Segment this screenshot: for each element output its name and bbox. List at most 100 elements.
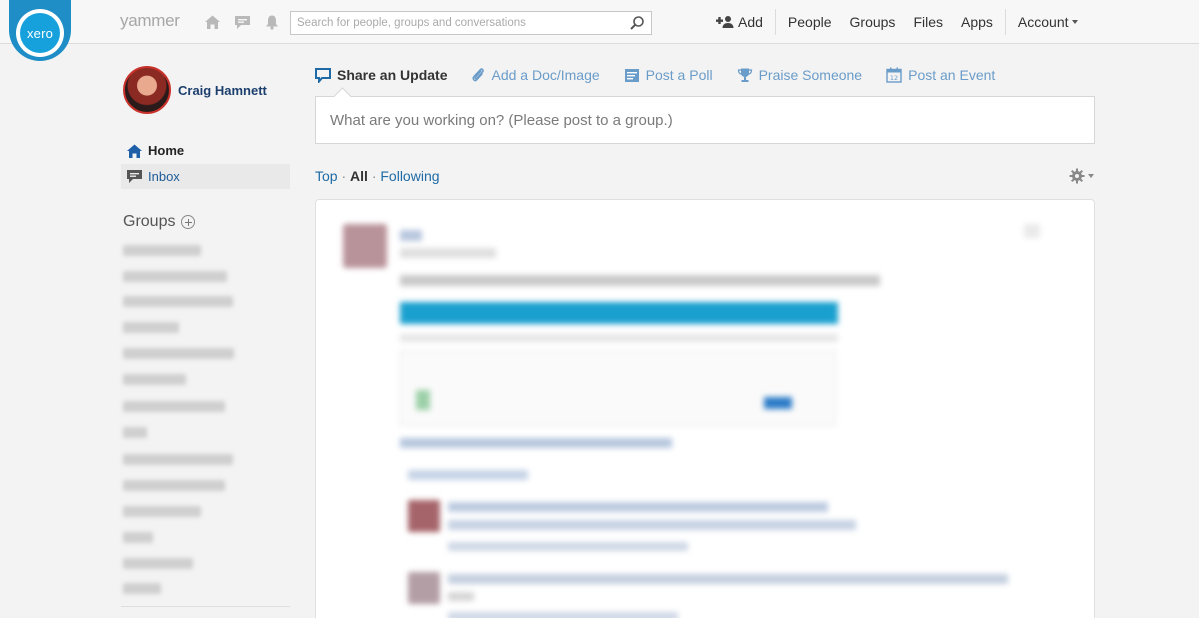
tab-label: Praise Someone: [758, 67, 863, 83]
group-item-redacted[interactable]: [123, 245, 201, 256]
search-icon[interactable]: [629, 15, 645, 36]
nav-divider: [774, 9, 776, 35]
sidebar-item-label: Home: [148, 143, 185, 158]
sidebar-item-home[interactable]: Home: [121, 138, 290, 163]
groups-heading: Groups: [123, 213, 196, 231]
attachment-file-icon: [416, 390, 430, 410]
tab-share-update[interactable]: Share an Update: [315, 67, 447, 83]
filter-all[interactable]: All: [350, 168, 368, 184]
xero-logo[interactable]: xero: [9, 0, 71, 61]
tab-label: Post an Event: [908, 67, 996, 83]
group-item-redacted[interactable]: [123, 454, 233, 465]
reply-text: [448, 574, 1008, 584]
yammer-brand[interactable]: yammer: [120, 11, 180, 31]
add-label: Add: [738, 14, 763, 30]
tab-add-doc[interactable]: Add a Doc/Image: [471, 67, 600, 83]
filter-separator: ·: [341, 168, 347, 184]
sidebar-item-inbox[interactable]: Inbox: [121, 164, 290, 189]
groups-title: Groups: [123, 213, 176, 230]
filter-top[interactable]: Top: [315, 168, 338, 184]
sidebar-item-label: Inbox: [148, 169, 180, 184]
thread-author-avatar[interactable]: [343, 224, 387, 268]
calendar-icon: 12: [886, 67, 902, 83]
chat-icon[interactable]: [232, 13, 252, 31]
speech-bubble-icon: [315, 67, 331, 83]
reply-text: [448, 520, 856, 530]
add-group-icon[interactable]: [181, 215, 196, 229]
attachment-caption: [400, 334, 838, 342]
reply-text: [448, 592, 474, 601]
thread-author-name[interactable]: [400, 230, 422, 241]
xero-logo-text: xero: [20, 13, 60, 53]
nav-divider: [1004, 9, 1006, 35]
account-label: Account: [1017, 14, 1069, 30]
avatar[interactable]: [123, 66, 171, 114]
tab-label: Add a Doc/Image: [491, 67, 600, 83]
filter-following[interactable]: Following: [380, 168, 439, 184]
group-item-redacted[interactable]: [123, 322, 179, 333]
reply-actions[interactable]: [448, 612, 678, 618]
main-nav: Add People Groups Files Apps Account: [707, 0, 1087, 44]
reply-avatar[interactable]: [408, 500, 440, 532]
thread-body-text: [400, 275, 880, 286]
group-item-redacted[interactable]: [123, 506, 201, 517]
reply-text: [448, 502, 828, 512]
thread-actions[interactable]: [400, 438, 672, 448]
feed-filter: Top · All · Following: [315, 168, 440, 184]
tab-praise[interactable]: Praise Someone: [737, 67, 863, 83]
nav-files[interactable]: Files: [904, 14, 952, 30]
group-item-redacted[interactable]: [123, 532, 153, 543]
attachment-link[interactable]: [764, 397, 792, 409]
group-item-redacted[interactable]: [123, 374, 186, 385]
attachment-banner[interactable]: [400, 302, 838, 324]
gear-icon: [1069, 168, 1085, 184]
search-input[interactable]: [291, 12, 621, 34]
nav-apps[interactable]: Apps: [952, 14, 1002, 30]
paperclip-icon: [471, 67, 485, 83]
reply-actions[interactable]: [448, 542, 688, 551]
chevron-down-icon: [1088, 174, 1094, 178]
group-item-redacted[interactable]: [123, 583, 161, 594]
bell-icon[interactable]: [262, 13, 282, 31]
home-icon: [121, 143, 147, 159]
group-item-redacted[interactable]: [123, 296, 233, 307]
tab-post-event[interactable]: 12 Post an Event: [886, 67, 995, 83]
user-profile[interactable]: Craig Hamnett: [123, 66, 267, 114]
tab-post-poll[interactable]: Post a Poll: [624, 67, 713, 83]
add-button[interactable]: Add: [707, 14, 772, 30]
tab-label: Post a Poll: [645, 67, 713, 83]
group-item-redacted[interactable]: [123, 480, 225, 491]
trophy-icon: [737, 67, 753, 83]
publisher-tabs: Share an Update Add a Doc/Image Post a P…: [315, 64, 1019, 86]
tab-label: Share an Update: [337, 67, 448, 83]
svg-text:12: 12: [890, 74, 898, 82]
reply-avatar[interactable]: [408, 572, 440, 604]
thread-menu-icon[interactable]: [1024, 224, 1040, 238]
top-bar: xero yammer Add People Groups Files Apps…: [0, 0, 1199, 61]
share-update-input[interactable]: [316, 97, 1094, 143]
thread-meta: [400, 248, 496, 258]
add-user-icon: [716, 15, 734, 29]
user-name[interactable]: Craig Hamnett: [178, 83, 267, 98]
feed-settings-button[interactable]: [1069, 168, 1094, 184]
group-item-redacted[interactable]: [123, 401, 225, 412]
nav-people[interactable]: People: [779, 14, 841, 30]
nav-groups[interactable]: Groups: [841, 14, 905, 30]
xero-logo-circle: xero: [16, 9, 64, 57]
group-item-redacted[interactable]: [123, 558, 193, 569]
inbox-icon: [121, 169, 147, 184]
account-menu[interactable]: Account: [1009, 14, 1087, 30]
feed-thread-card: [315, 199, 1095, 618]
group-item-redacted[interactable]: [123, 348, 234, 359]
share-update-box: [315, 96, 1095, 144]
sidebar-divider: [121, 606, 290, 607]
show-older-replies[interactable]: [408, 470, 528, 480]
group-item-redacted[interactable]: [123, 271, 227, 282]
group-item-redacted[interactable]: [123, 427, 147, 438]
search-box: [290, 11, 652, 35]
attachment-preview[interactable]: [400, 350, 836, 426]
home-icon[interactable]: [202, 13, 222, 31]
filter-separator: ·: [371, 168, 377, 184]
poll-icon: [624, 68, 640, 83]
chevron-down-icon: [1071, 20, 1078, 24]
